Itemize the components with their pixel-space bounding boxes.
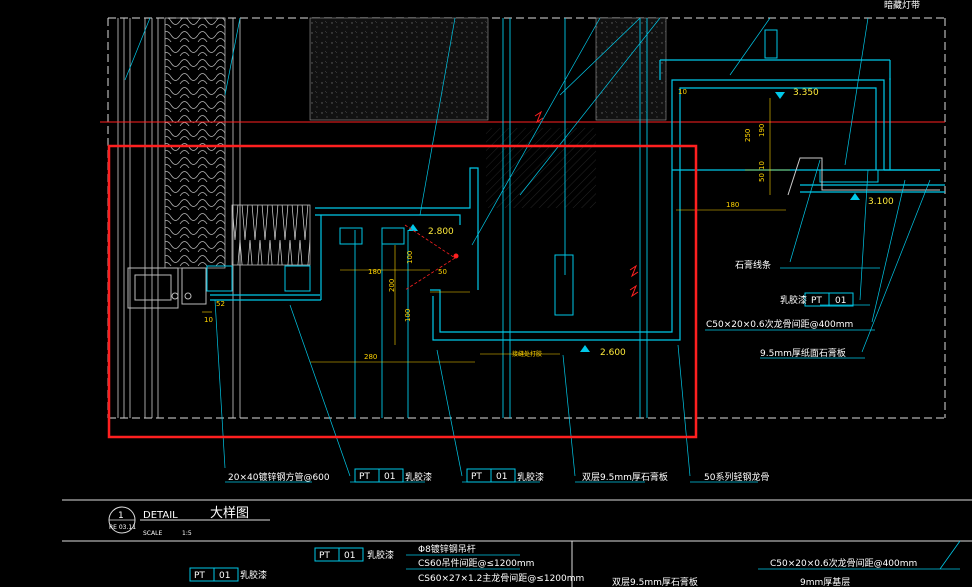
light-strip-label: 暗藏灯带 — [884, 0, 920, 11]
insulation-upper — [164, 17, 226, 269]
dim-52: 52 — [216, 300, 225, 308]
detail-title-cn: 大样图 — [210, 506, 249, 521]
bottom-rod: Φ8镀锌钢吊杆 — [418, 543, 476, 555]
board-right-label: 9.5mm厚纸面石膏板 — [760, 347, 846, 359]
bottom-right-board-b: 9mm厚基层 — [800, 576, 850, 587]
bottom-pt-num-1: 01 — [344, 551, 355, 561]
mullion-profile — [127, 267, 207, 309]
latex-right-label: 乳胶漆 — [780, 294, 807, 306]
bottom-latex-2: 乳胶漆 — [240, 569, 267, 581]
dim-100-a: 100 — [406, 251, 414, 264]
dim-200: 200 — [388, 279, 396, 292]
scale-label: SCALE — [143, 530, 162, 537]
gypsum-line-label: 石膏线条 — [735, 259, 771, 271]
dim-280: 280 — [364, 353, 377, 361]
dim-10-top: 10 — [678, 88, 687, 96]
latex-b2: 乳胶漆 — [517, 471, 544, 483]
level-3100-label: 3.100 — [868, 197, 894, 207]
concrete-slab-b — [595, 17, 667, 121]
latex-b1: 乳胶漆 — [405, 471, 432, 483]
dim-50: 50 — [758, 173, 766, 182]
dim-50-b: 50 — [438, 268, 447, 276]
detail-title-en: DETAIL — [143, 510, 178, 521]
bottom-cs60-a: CS60吊件间距@≤1200mm — [418, 557, 534, 569]
bottom-right-board-a: 双层9.5mm厚石膏板 — [612, 576, 698, 587]
pt-tag-right: PT — [811, 296, 822, 306]
left-wall — [117, 18, 159, 418]
gypsum-line-profile — [787, 157, 940, 196]
pt-tag-b2: PT — [471, 472, 482, 482]
pt-tag-b1: PT — [359, 472, 370, 482]
bottom-latex-1: 乳胶漆 — [367, 549, 394, 561]
dim-180-right: 180 — [726, 201, 739, 209]
scale-value: 1:5 — [182, 530, 192, 537]
dim-red-note: 接缝处打胶 — [512, 350, 542, 358]
concrete-slab-a — [309, 17, 489, 121]
bottom-pt-tag-2: PT — [194, 571, 205, 581]
level-2600-label: 2.600 — [600, 348, 626, 358]
dim-250: 250 — [744, 129, 752, 142]
keel-right-label: C50×20×0.6次龙骨间距@400mm — [706, 318, 853, 330]
dim-180-left: 180 — [368, 268, 381, 276]
bottom-pt-tag-1: PT — [319, 551, 330, 561]
bottom-cs60-b: CS60×27×1.2主龙骨间距@≤1200mm — [418, 572, 584, 584]
double-board-label: 双层9.5mm厚石膏板 — [582, 471, 668, 483]
bottom-pt-num-2: 01 — [219, 571, 230, 581]
level-2800-label: 2.800 — [428, 227, 454, 237]
dim-10-mid: 10 — [758, 161, 766, 170]
level-markers — [408, 92, 860, 352]
pt-num-b2: 01 — [496, 472, 507, 482]
insulation-lower — [231, 204, 311, 266]
pt-num-b1: 01 — [384, 472, 395, 482]
dim-190: 190 — [758, 124, 766, 137]
cad-detail-drawing: 3.350 3.100 2.800 2.600 10 190 250 10 50… — [62, 0, 972, 587]
sheet-ref: RE 03.11 — [109, 524, 136, 531]
level-3350-label: 3.350 — [793, 88, 819, 98]
pt-num-right: 01 — [835, 296, 846, 306]
angle-steel-label: 50系列轻钢龙骨 — [704, 471, 769, 483]
bottom-right-keel: C50×20×0.6次龙骨间距@400mm — [770, 557, 917, 569]
pipe-bottom-label: 20×40镀锌钢方管@600 — [228, 471, 330, 483]
dim-100-b: 100 — [404, 309, 412, 322]
dim-10-left: 10 — [204, 316, 213, 324]
detail-number: 1 — [118, 511, 124, 521]
